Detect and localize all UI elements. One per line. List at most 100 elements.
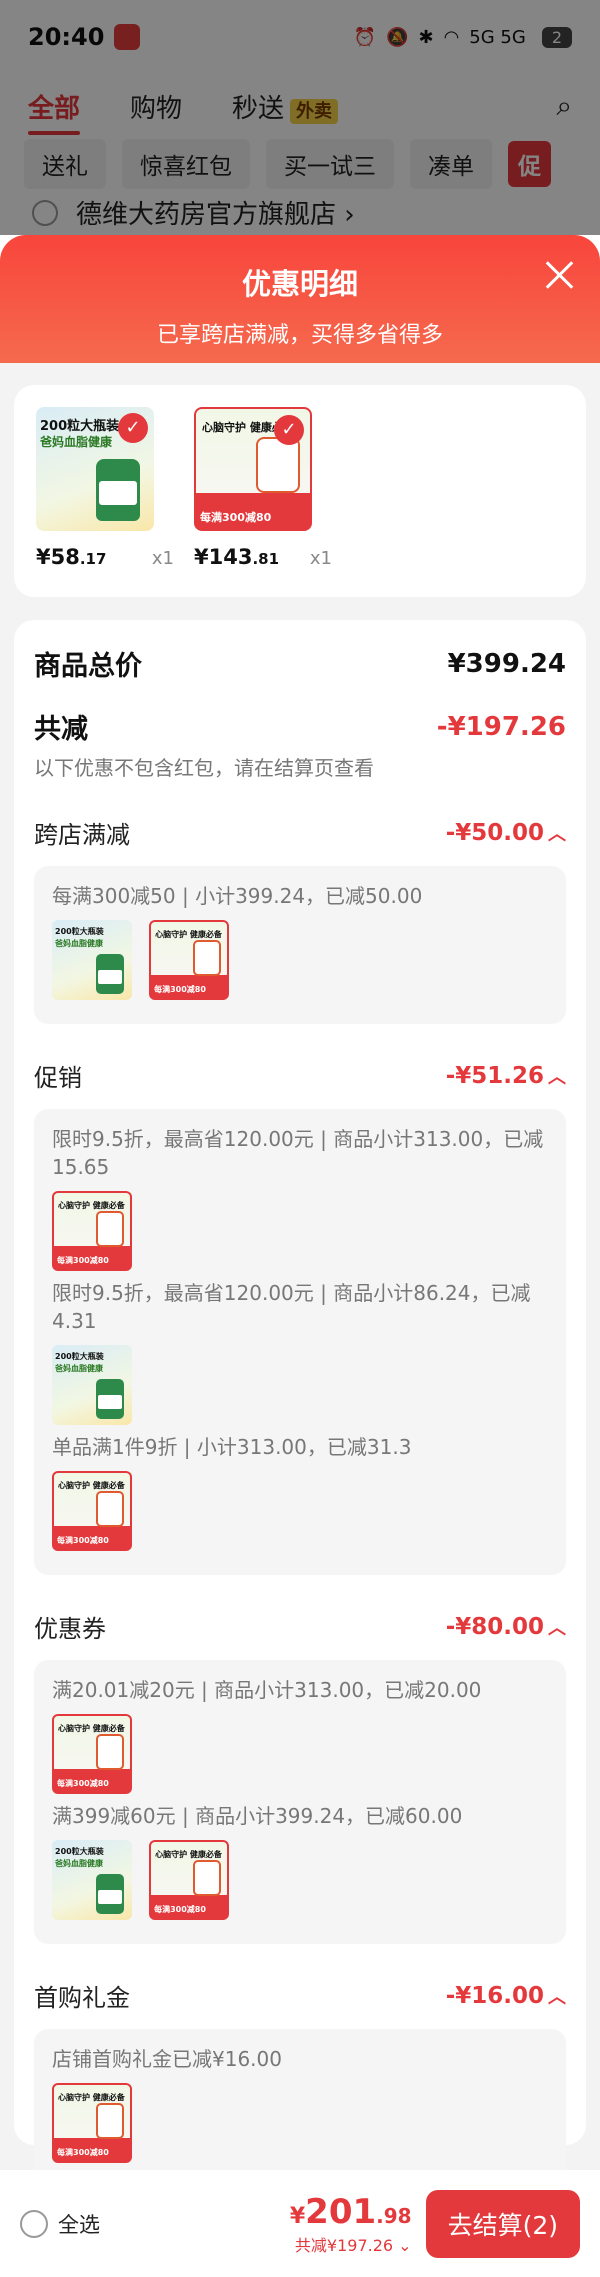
section-box: 每满300减50 | 小计399.24，已减50.00 200粒大瓶装 爸妈血脂健… bbox=[34, 866, 566, 1024]
section-box: 限时9.5折，最高省120.00元 | 商品小计313.00，已减15.65 心… bbox=[34, 1109, 566, 1575]
sheet-subtitle: 已享跨店满减，买得多省得多 bbox=[156, 323, 443, 348]
section-line: 满20.01减20元 | 商品小计313.00，已减20.00 bbox=[52, 1678, 482, 1702]
discount-label: 共减 bbox=[34, 714, 88, 745]
bottle-graphic bbox=[256, 437, 300, 493]
checkmark-icon: ✓ bbox=[274, 415, 304, 445]
product-thumb-text: 心脑守护 健康必备 bbox=[58, 1724, 125, 1733]
section-line: 限时9.5折，最高省120.00元 | 商品小计313.00，已减15.65 bbox=[52, 1127, 544, 1179]
section-value-text: -¥50.00 bbox=[445, 819, 544, 846]
checkout-button[interactable]: 去结算(2) bbox=[425, 2189, 580, 2258]
goods-price-int: ¥58 bbox=[36, 545, 80, 569]
discount-value: -¥197.26 bbox=[436, 711, 566, 742]
chevron-up-icon: ︿ bbox=[548, 823, 566, 845]
product-image-subtext: 爸妈血脂健康 bbox=[40, 435, 113, 449]
product-thumb-badge: 每满300减80 bbox=[57, 1779, 109, 1788]
product-thumb-subtext: 爸妈血脂健康 bbox=[55, 1859, 103, 1868]
product-thumb: 200粒大瓶装 爸妈血脂健康 bbox=[52, 1345, 132, 1425]
goods-price: ¥58.17 bbox=[36, 545, 106, 569]
product-thumb: 心脑守护 健康必备 每满300减80 bbox=[149, 920, 230, 1000]
goods-price-int: ¥143 bbox=[194, 545, 253, 569]
select-all-radio[interactable] bbox=[20, 2209, 48, 2238]
section-images: 200粒大瓶装 爸妈血脂健康 心脑守护 健康必备 每满300减80 bbox=[52, 920, 548, 1004]
bottle-graphic bbox=[193, 940, 222, 976]
goods-item[interactable]: 200粒大瓶装 爸妈血脂健康 ✓ ¥58.17 x1 bbox=[36, 407, 174, 575]
select-all-label[interactable]: 全选 bbox=[58, 2209, 100, 2239]
checkmark-icon: ✓ bbox=[118, 413, 148, 443]
section-value: -¥80.00 ︿ bbox=[446, 1614, 566, 1640]
goods-price-row: ¥58.17 x1 bbox=[36, 545, 174, 569]
product-thumb: 心脑守护 健康必备 每满300减80 bbox=[52, 2083, 132, 2163]
section-images: 心脑守护 健康必备 每满300减80 bbox=[52, 1191, 548, 1275]
product-thumb: 心脑守护 健康必备 每满300减80 bbox=[52, 1191, 132, 1271]
bottle-graphic bbox=[96, 1734, 124, 1770]
total-row: 商品总价 ¥399.24 bbox=[34, 644, 566, 683]
goods-price-dec: .81 bbox=[252, 550, 280, 568]
section-value-text: -¥51.26 bbox=[445, 1062, 544, 1089]
section-title: 首购礼金 bbox=[34, 1984, 130, 2012]
bottle-graphic bbox=[96, 2103, 124, 2139]
section-box: 店铺首购礼金已减¥16.00 心脑守护 健康必备 每满300减80 bbox=[34, 2029, 566, 2187]
section-header-promotion[interactable]: 促销 -¥51.26 ︿ bbox=[34, 1058, 566, 1093]
total-discount-toggle[interactable]: 共减¥197.26 ⌄ bbox=[290, 2232, 412, 2256]
product-thumb-text: 200粒大瓶装 bbox=[55, 927, 104, 936]
bottle-graphic bbox=[96, 1491, 124, 1527]
goods-price-dec: .17 bbox=[79, 550, 107, 568]
payable-price: ¥201.98 bbox=[290, 2192, 412, 2232]
sheet-header: 优惠明细 已享跨店满减，买得多省得多 bbox=[0, 235, 600, 363]
goods-price: ¥143.81 bbox=[194, 545, 279, 569]
currency-symbol: ¥ bbox=[289, 2203, 306, 2229]
goods-qty: x1 bbox=[151, 548, 174, 569]
section-value-text: -¥16.00 bbox=[445, 1982, 544, 2009]
section-title: 促销 bbox=[34, 1064, 82, 1092]
product-thumb: 心脑守护 健康必备 每满300减80 bbox=[149, 1840, 230, 1920]
section-box: 满20.01减20元 | 商品小计313.00，已减20.00 心脑守护 健康必… bbox=[34, 1660, 566, 1944]
payable-price-int: 201 bbox=[305, 2191, 377, 2232]
product-thumb-text: 心脑守护 健康必备 bbox=[155, 1850, 222, 1859]
section-images: 心脑守护 健康必备 每满300减80 bbox=[52, 2083, 548, 2167]
section-line: 店铺首购礼金已减¥16.00 bbox=[52, 2047, 282, 2071]
bottle-label-graphic bbox=[99, 481, 137, 505]
section-value-text: -¥80.00 bbox=[445, 1613, 544, 1640]
product-thumb-subtext: 爸妈血脂健康 bbox=[55, 1364, 103, 1373]
section-value: -¥16.00 ︿ bbox=[446, 1983, 566, 2009]
product-thumb: 心脑守护 健康必备 每满300减80 bbox=[52, 1714, 132, 1794]
product-thumb-badge: 每满300减80 bbox=[57, 1536, 109, 1545]
section-header-cross-store[interactable]: 跨店满减 -¥50.00 ︿ bbox=[34, 815, 566, 850]
total-label: 商品总价 bbox=[34, 651, 142, 682]
bottle-graphic bbox=[96, 1211, 124, 1247]
section-images: 心脑守护 健康必备 每满300减80 bbox=[52, 1714, 548, 1798]
section-title: 跨店满减 bbox=[34, 821, 130, 849]
product-thumb-text: 200粒大瓶装 bbox=[55, 1352, 104, 1361]
section-header-coupon[interactable]: 优惠券 -¥80.00 ︿ bbox=[34, 1609, 566, 1644]
product-thumb: 200粒大瓶装 爸妈血脂健康 bbox=[52, 1840, 132, 1920]
overlay-dim[interactable] bbox=[0, 0, 600, 235]
product-image: 200粒大瓶装 爸妈血脂健康 ✓ bbox=[36, 407, 154, 531]
section-line: 每满300减50 | 小计399.24，已减50.00 bbox=[52, 884, 423, 908]
product-thumb-badge: 每满300减80 bbox=[57, 1256, 109, 1265]
bottle-label-graphic bbox=[98, 970, 122, 984]
close-icon[interactable] bbox=[544, 259, 574, 289]
product-thumb-text: 心脑守护 健康必备 bbox=[58, 1481, 125, 1490]
product-image-badge: 每满300减80 bbox=[200, 511, 272, 524]
section-images: 200粒大瓶装 爸妈血脂健康 心脑守护 健康必备 每满300减80 bbox=[52, 1840, 548, 1924]
section-header-first-purchase[interactable]: 首购礼金 -¥16.00 ︿ bbox=[34, 1978, 566, 2013]
chevron-up-icon: ︿ bbox=[548, 1986, 566, 2008]
product-thumb-text: 心脑守护 健康必备 bbox=[155, 930, 222, 939]
chevron-up-icon: ︿ bbox=[548, 1617, 566, 1639]
section-images: 200粒大瓶装 爸妈血脂健康 bbox=[52, 1345, 548, 1429]
goods-item[interactable]: 心脑守护 健康必备 每满300减80 ✓ ¥143.81 x1 bbox=[194, 407, 332, 575]
goods-card: 200粒大瓶装 爸妈血脂健康 ✓ ¥58.17 x1 心脑守护 健康必备 每满3… bbox=[14, 385, 586, 597]
discount-row: 共减 -¥197.26 bbox=[34, 707, 566, 746]
product-thumb-badge: 每满300减80 bbox=[154, 985, 206, 994]
section-title: 优惠券 bbox=[34, 1615, 106, 1643]
payment-summary: ¥201.98 共减¥197.26 ⌄ bbox=[290, 2192, 412, 2256]
product-thumb: 200粒大瓶装 爸妈血脂健康 bbox=[52, 920, 132, 1000]
sheet-title: 优惠明细 bbox=[241, 267, 358, 301]
product-thumb-badge: 每满300减80 bbox=[57, 2148, 109, 2157]
product-thumb-subtext: 爸妈血脂健康 bbox=[55, 939, 103, 948]
section-line: 满399减60元 | 商品小计399.24，已减60.00 bbox=[52, 1804, 463, 1828]
discount-detail-sheet: 优惠明细 已享跨店满减，买得多省得多 200粒大瓶装 爸妈血脂健康 ✓ ¥58.… bbox=[0, 235, 600, 2277]
chevron-up-icon: ︿ bbox=[548, 1066, 566, 1088]
product-thumb-text: 心脑守护 健康必备 bbox=[58, 2093, 125, 2102]
section-images: 心脑守护 健康必备 每满300减80 bbox=[52, 1471, 548, 1555]
